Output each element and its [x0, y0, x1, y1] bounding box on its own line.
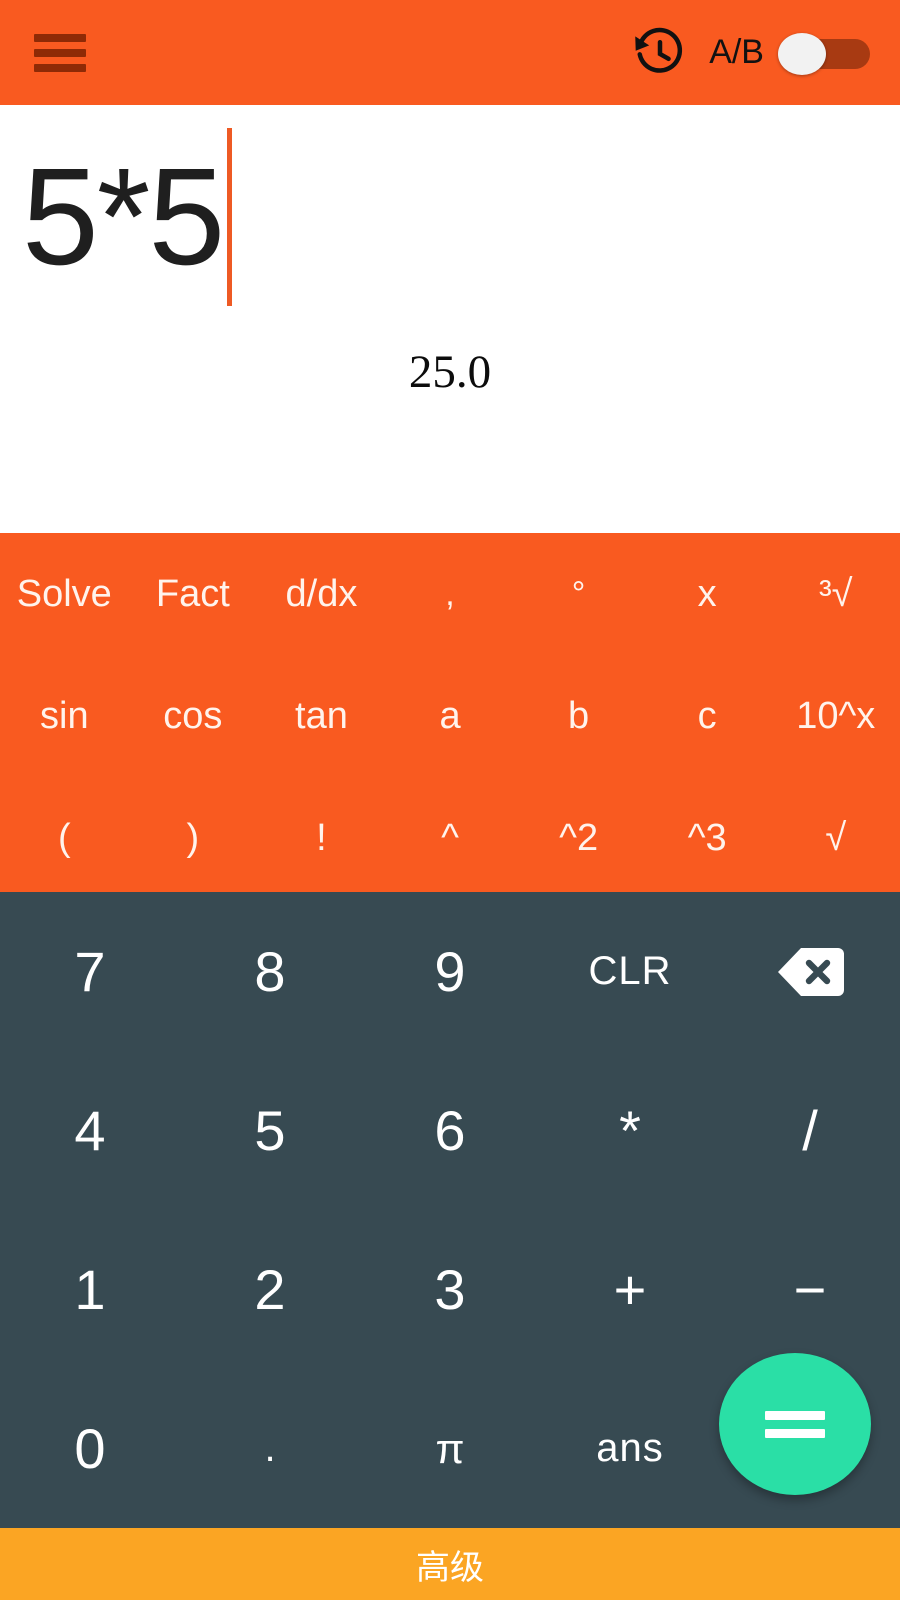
key-answer[interactable]: ans	[540, 1369, 720, 1528]
equals-icon-bar-bottom	[765, 1428, 825, 1438]
backspace-icon	[778, 947, 844, 996]
key-digit-7[interactable]: 7	[0, 892, 180, 1051]
func-key-ten-power-x[interactable]: 10^x	[771, 655, 900, 777]
function-keypad: Solve Fact d/dx , ° x ³√ sin cos tan a b…	[0, 533, 900, 892]
number-row-3: 1 2 3 + −	[0, 1210, 900, 1369]
func-key-square[interactable]: ^2	[514, 777, 643, 899]
key-digit-1[interactable]: 1	[0, 1210, 180, 1369]
expression-text: 5*5	[22, 140, 225, 294]
key-multiply[interactable]: *	[540, 1051, 720, 1210]
key-divide[interactable]: /	[720, 1051, 900, 1210]
key-digit-3[interactable]: 3	[360, 1210, 540, 1369]
key-backspace[interactable]	[720, 892, 900, 1051]
hamburger-bar-1	[34, 33, 86, 42]
hamburger-bar-3	[34, 63, 86, 72]
app-bar-actions: A/B	[633, 26, 870, 80]
hamburger-menu-icon[interactable]	[34, 33, 86, 72]
ab-mode-toggle[interactable]	[778, 32, 870, 75]
func-key-fact[interactable]: Fact	[129, 533, 258, 655]
hamburger-bar-2	[34, 48, 86, 57]
key-digit-0[interactable]: 0	[0, 1369, 180, 1528]
app-bar: A/B	[0, 0, 900, 105]
result-text: 25.0	[408, 346, 492, 398]
key-digit-5[interactable]: 5	[180, 1051, 360, 1210]
func-key-right-paren[interactable]: )	[129, 777, 258, 899]
calculator-display[interactable]: 5*5 25.0	[0, 105, 900, 533]
key-digit-9[interactable]: 9	[360, 892, 540, 1051]
function-row-2: sin cos tan a b c 10^x	[0, 655, 900, 777]
func-key-tan[interactable]: tan	[257, 655, 386, 777]
func-key-square-root[interactable]: √	[771, 777, 900, 899]
toggle-thumb	[778, 32, 826, 75]
func-key-cos[interactable]: cos	[129, 655, 258, 777]
key-minus[interactable]: −	[720, 1210, 900, 1369]
history-restore-icon[interactable]	[633, 26, 687, 80]
func-key-variable-a[interactable]: a	[386, 655, 515, 777]
ab-mode-label: A/B	[709, 33, 764, 71]
function-row-3: ( ) ! ^ ^2 ^3 √	[0, 777, 900, 899]
func-key-factorial[interactable]: !	[257, 777, 386, 899]
number-row-1: 7 8 9 CLR	[0, 892, 900, 1051]
number-row-2: 4 5 6 * /	[0, 1051, 900, 1210]
key-digit-4[interactable]: 4	[0, 1051, 180, 1210]
func-key-cube-root[interactable]: ³√	[771, 533, 900, 655]
key-decimal-point[interactable]: .	[180, 1369, 360, 1528]
text-cursor	[227, 128, 233, 306]
key-clear[interactable]: CLR	[540, 892, 720, 1051]
key-digit-8[interactable]: 8	[180, 892, 360, 1051]
advanced-mode-bar[interactable]: 高级	[0, 1528, 900, 1600]
expression-area[interactable]: 5*5	[22, 127, 233, 307]
equals-icon-bar-top	[765, 1410, 825, 1420]
func-key-variable-x[interactable]: x	[643, 533, 772, 655]
function-row-1: Solve Fact d/dx , ° x ³√	[0, 533, 900, 655]
key-plus[interactable]: +	[540, 1210, 720, 1369]
advanced-mode-label: 高级	[416, 1548, 484, 1587]
func-key-comma[interactable]: ,	[386, 533, 515, 655]
func-key-variable-c[interactable]: c	[643, 655, 772, 777]
func-key-cube[interactable]: ^3	[643, 777, 772, 899]
func-key-ddx[interactable]: d/dx	[257, 533, 386, 655]
func-key-solve[interactable]: Solve	[0, 533, 129, 655]
equals-button[interactable]	[719, 1353, 871, 1495]
func-key-left-paren[interactable]: (	[0, 777, 129, 899]
func-key-variable-b[interactable]: b	[514, 655, 643, 777]
key-pi[interactable]: π	[360, 1369, 540, 1528]
func-key-degree[interactable]: °	[514, 533, 643, 655]
key-digit-6[interactable]: 6	[360, 1051, 540, 1210]
key-digit-2[interactable]: 2	[180, 1210, 360, 1369]
func-key-sin[interactable]: sin	[0, 655, 129, 777]
func-key-power[interactable]: ^	[386, 777, 515, 899]
